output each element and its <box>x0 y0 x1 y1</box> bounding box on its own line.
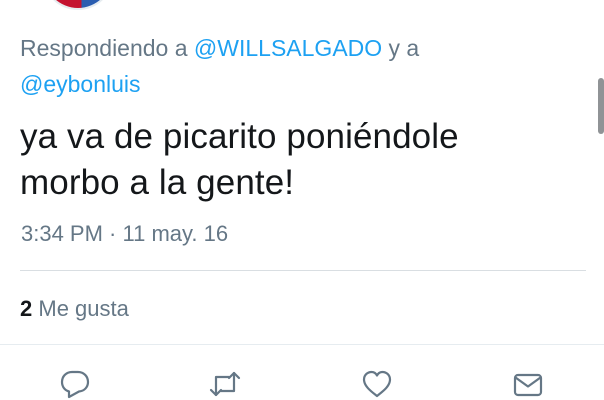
avatar-image-band <box>44 0 112 8</box>
reply-button[interactable] <box>57 368 93 400</box>
reply-icon <box>60 370 90 399</box>
retweet-button[interactable] <box>207 368 243 400</box>
avatar[interactable] <box>42 0 114 10</box>
tweet-time: 3:34 PM <box>21 221 103 246</box>
tweet-text-line-2: morbo a la gente! <box>20 163 295 202</box>
heart-icon <box>362 370 392 398</box>
likes-label: Me gusta <box>32 296 129 321</box>
tweet-date: 11 may. 16 <box>122 221 229 246</box>
tweet-detail-screen: Respondiendo a @WILLSALGADO y a @eybonlui… <box>0 0 604 400</box>
scroll-indicator[interactable] <box>598 78 604 134</box>
likes-stat[interactable]: 2 Me gusta <box>20 294 129 324</box>
replying-to-joiner: y a <box>382 35 420 61</box>
direct-message-button[interactable] <box>510 368 546 400</box>
mention-link-willsalgado[interactable]: @WILLSALGADO <box>194 35 382 61</box>
like-button[interactable] <box>359 368 395 400</box>
divider <box>20 270 586 271</box>
replying-to-line: Respondiendo a @WILLSALGADO y a @eybonlui… <box>20 30 580 102</box>
tweet-text: ya va de picarito poniéndole morbo a la … <box>20 114 590 206</box>
replying-to-prefix: Respondiendo a <box>20 35 194 61</box>
retweet-icon <box>209 371 241 397</box>
tweet-text-line-1: ya va de picarito poniéndole <box>20 117 459 156</box>
mail-icon <box>513 373 543 397</box>
mention-link-eybonluis[interactable]: @eybonluis <box>20 71 141 97</box>
timestamp-separator: · <box>102 221 123 246</box>
action-bar <box>0 364 604 400</box>
likes-count: 2 <box>20 296 33 321</box>
tweet-timestamp[interactable]: 3:34 PM · 11 may. 16 <box>21 219 228 249</box>
divider <box>0 344 604 345</box>
